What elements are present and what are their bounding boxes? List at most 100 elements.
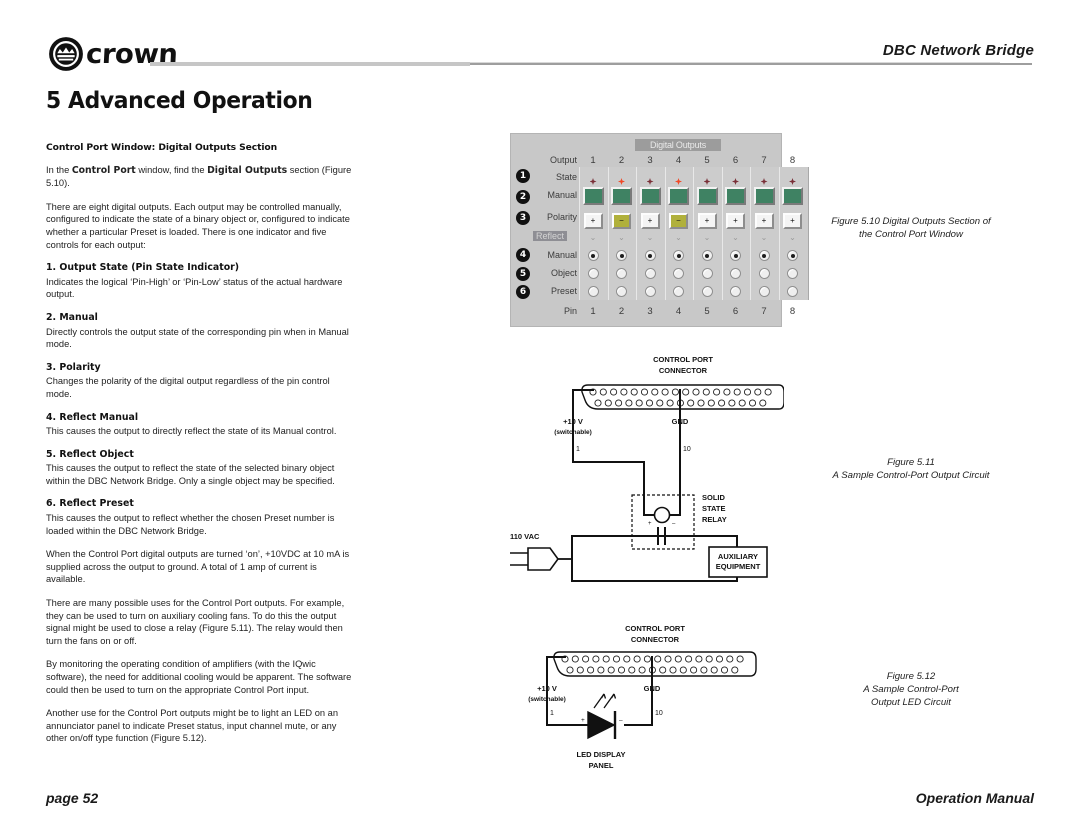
item-text-4: This causes the output to directly refle… bbox=[46, 426, 337, 437]
figure-512-caption-line3: Output LED Circuit bbox=[871, 697, 951, 708]
output-column-header-6: 6 bbox=[732, 155, 739, 166]
reflect-object-radio-2[interactable] bbox=[608, 266, 636, 284]
reflect-manual-radio-2[interactable] bbox=[608, 248, 636, 266]
manual-button-6[interactable] bbox=[722, 187, 750, 210]
led-symbol bbox=[587, 693, 617, 740]
output-column-header-2: 2 bbox=[618, 155, 625, 166]
manual-button-5[interactable] bbox=[693, 187, 721, 210]
pin-number-1: 1 bbox=[590, 306, 596, 317]
reflect-manual-radio-4[interactable] bbox=[665, 248, 693, 266]
manual-button-7[interactable] bbox=[750, 187, 778, 210]
reflect-preset-radio-7[interactable] bbox=[750, 284, 778, 302]
reflect-manual-radio-8[interactable] bbox=[779, 248, 807, 266]
output-column-header-1: 1 bbox=[590, 155, 596, 166]
output-column-header-5: 5 bbox=[704, 155, 710, 166]
figure-511-circuit-diagram: CONTROL PORT CONNECTOR +10 V (switchable… bbox=[510, 355, 784, 582]
manual-button-4[interactable] bbox=[665, 187, 693, 210]
reflect-preset-radio-1[interactable] bbox=[579, 284, 607, 302]
reflect-preset-radio-4[interactable] bbox=[665, 284, 693, 302]
f511-relay-label-2: STATE bbox=[702, 504, 725, 513]
polarity-button-7[interactable]: + bbox=[750, 210, 778, 229]
f512-voltage-label-2: (switchable) bbox=[528, 696, 566, 703]
f511-aux-label-1: AUXILIARY bbox=[718, 552, 758, 561]
f511-voltage-label-2: (switchable) bbox=[554, 429, 592, 436]
f511-pin-left-number: 1 bbox=[576, 446, 580, 453]
output-column-header-4: 4 bbox=[675, 155, 682, 166]
output-column-header-8: 8 bbox=[789, 155, 796, 166]
intro-text-c: window, find the bbox=[135, 164, 208, 175]
paragraph-uses: There are many possible uses for the Con… bbox=[46, 598, 345, 646]
polarity-button-5[interactable]: + bbox=[693, 210, 721, 229]
paragraph-power: When the Control Port digital outputs ar… bbox=[46, 549, 350, 585]
manual-button-3[interactable] bbox=[636, 187, 664, 210]
reflect-manual-radio-6[interactable] bbox=[722, 248, 750, 266]
reflect-preset-radio-6[interactable] bbox=[722, 284, 750, 302]
polarity-button-3[interactable]: + bbox=[636, 210, 664, 229]
figure-511-caption-line1: Figure 5.11 bbox=[887, 457, 935, 468]
f511-aux-label-2: EQUIPMENT bbox=[716, 562, 761, 571]
figure-510-caption: Figure 5.10 Digital Outputs Section of t… bbox=[786, 215, 1036, 241]
digital-outputs-window[interactable]: Digital Outputs Output State Manual Pola… bbox=[510, 133, 809, 327]
f511-relay-label-3: RELAY bbox=[702, 515, 727, 524]
reflect-object-radio-4[interactable] bbox=[665, 266, 693, 284]
manual-button-2[interactable] bbox=[608, 187, 636, 210]
reflect-preset-radio-2[interactable] bbox=[608, 284, 636, 302]
reflect-manual-radio-3[interactable] bbox=[636, 248, 664, 266]
manual-button-8[interactable] bbox=[779, 187, 807, 210]
item-text-6: This causes the output to reflect whethe… bbox=[46, 513, 335, 536]
pin-number-6: 6 bbox=[732, 306, 739, 317]
chevron-down-icon-5[interactable]: ⌄ bbox=[693, 233, 721, 243]
paragraph-monitor: By monitoring the operating condition of… bbox=[46, 659, 352, 695]
reflect-object-radio-5[interactable] bbox=[693, 266, 721, 284]
reflect-preset-radio-8[interactable] bbox=[779, 284, 807, 302]
header-rule-left bbox=[150, 62, 470, 66]
figure-512-caption: Figure 5.12 A Sample Control-Port Output… bbox=[786, 670, 1036, 709]
reflect-preset-radio-3[interactable] bbox=[636, 284, 664, 302]
item-text-2: Directly controls the output state of th… bbox=[46, 326, 349, 350]
reflect-object-radio-7[interactable] bbox=[750, 266, 778, 284]
polarity-button-1[interactable]: + bbox=[579, 210, 607, 229]
reflect-preset-radio-5[interactable] bbox=[693, 284, 721, 302]
item-heading-5: 5. Reflect Object bbox=[46, 448, 134, 460]
polarity-button-2[interactable]: − bbox=[608, 210, 636, 229]
opto-led-symbol bbox=[653, 506, 671, 524]
reflect-object-radio-6[interactable] bbox=[722, 266, 750, 284]
reflect-object-radio-3[interactable] bbox=[636, 266, 664, 284]
chevron-down-icon-3[interactable]: ⌄ bbox=[636, 233, 664, 243]
reflect-object-radio-8[interactable] bbox=[779, 266, 807, 284]
paragraph-intro: In the Control Port window, find the Dig… bbox=[46, 164, 358, 190]
reflect-object-radio-1[interactable] bbox=[579, 266, 607, 284]
crown-logo: crown bbox=[48, 36, 178, 72]
polarity-button-6[interactable]: + bbox=[722, 210, 750, 229]
manual-button-1[interactable] bbox=[579, 187, 607, 210]
crown-emblem-icon bbox=[49, 37, 83, 71]
figure-510-caption-line1: Figure 5.10 Digital Outputs Section of bbox=[831, 216, 991, 227]
chevron-down-icon-6[interactable]: ⌄ bbox=[722, 233, 750, 243]
pin-number-2: 2 bbox=[618, 306, 625, 317]
page-header: crown DBC Network Bridge bbox=[0, 0, 1080, 72]
figure-512-caption-line2: A Sample Control-Port bbox=[863, 684, 959, 695]
item-heading-3: 3. Polarity bbox=[46, 361, 101, 373]
header-rule-right bbox=[470, 63, 1032, 65]
f511-relay-label-1: SOLID bbox=[702, 493, 726, 502]
item-heading-4: 4. Reflect Manual bbox=[46, 411, 139, 423]
f512-panel-label-2: PANEL bbox=[589, 761, 614, 770]
footer-page-number: page 52 bbox=[46, 790, 99, 806]
f511-mains-label: 110 VAC bbox=[510, 532, 540, 541]
reflect-manual-radio-7[interactable] bbox=[750, 248, 778, 266]
chevron-down-icon-4[interactable]: ⌄ bbox=[665, 233, 693, 243]
polarity-button-4[interactable]: − bbox=[665, 210, 693, 229]
chevron-down-icon-1[interactable]: ⌄ bbox=[579, 233, 607, 243]
reflect-manual-radio-5[interactable] bbox=[693, 248, 721, 266]
output-column-header-3: 3 bbox=[647, 155, 653, 166]
window-titlebar: Digital Outputs bbox=[635, 139, 721, 151]
callout-badge-4: 4 bbox=[516, 248, 530, 262]
figure-511-caption: Figure 5.11 A Sample Control-Port Output… bbox=[786, 456, 1036, 482]
f511-pin-right-number: 10 bbox=[683, 446, 691, 453]
reflect-manual-radio-1[interactable] bbox=[579, 248, 607, 266]
chevron-down-icon-2[interactable]: ⌄ bbox=[608, 233, 636, 243]
f511-connector-label-2: CONNECTOR bbox=[659, 366, 708, 375]
figure-512-circuit-diagram: CONTROL PORT CONNECTOR +10 V (switchable… bbox=[528, 624, 757, 770]
callout-badge-2: 2 bbox=[516, 190, 530, 204]
chevron-down-icon-7[interactable]: ⌄ bbox=[750, 233, 778, 243]
